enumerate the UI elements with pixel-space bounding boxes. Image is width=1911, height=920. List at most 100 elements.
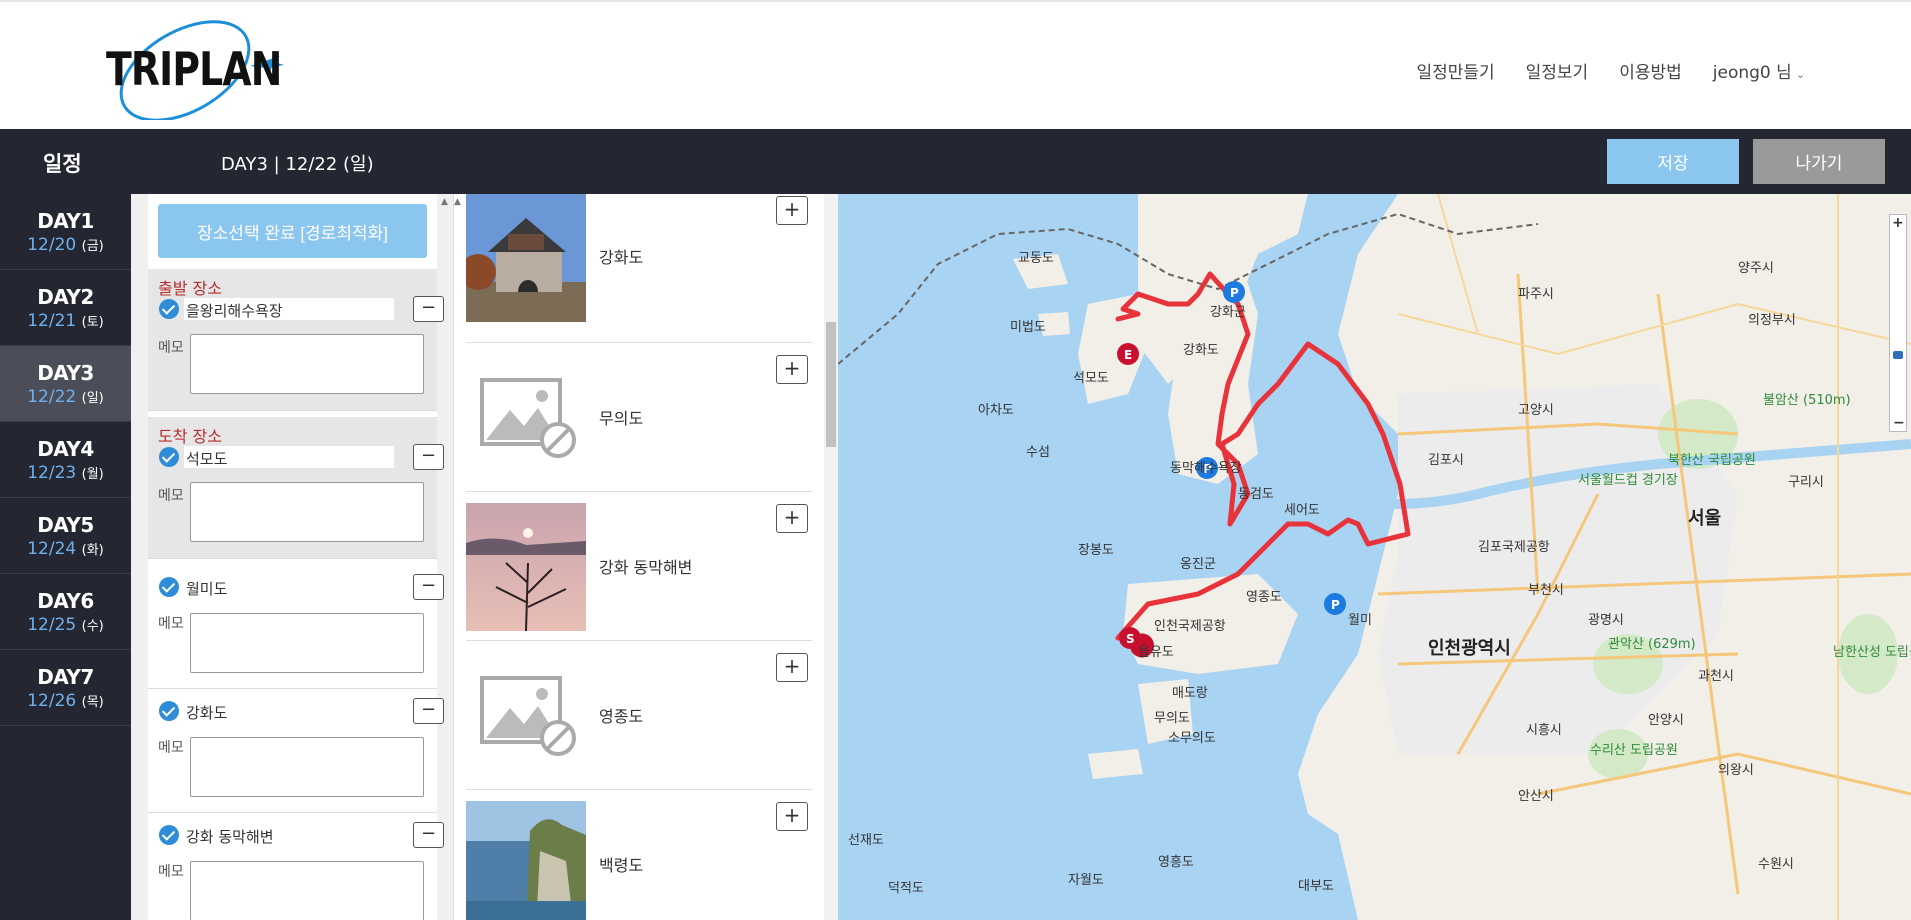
map-label: 월미	[1348, 613, 1372, 628]
exit-button[interactable]: 나가기	[1753, 139, 1885, 184]
day-name: DAY5	[37, 513, 94, 537]
zoom-in-icon[interactable]: +	[1892, 215, 1904, 231]
nav-how-to-use[interactable]: 이용방법	[1619, 58, 1682, 83]
day-tab-3[interactable]: DAY3 12/22 (일)	[0, 346, 131, 422]
map-label: 양주시	[1738, 261, 1774, 276]
day-name: DAY6	[37, 589, 94, 613]
route-map[interactable]: S E P P P 인천광역시 서울 강화군 강화도 석모도 교동도 미법도 아…	[838, 194, 1911, 920]
results-scrollbar[interactable]	[824, 194, 838, 920]
memo-textarea[interactable]	[190, 482, 424, 542]
map-label: 옹진군	[1180, 557, 1216, 572]
scrollbar-thumb[interactable]	[826, 322, 836, 447]
parking-marker[interactable]: P	[1324, 593, 1346, 615]
stop-place-name: 강화 동막해변	[186, 828, 274, 846]
nav-user-menu[interactable]: jeong0 님 ⌄	[1713, 58, 1805, 83]
remove-place-button[interactable]: −	[413, 574, 444, 600]
map-label: 수섬	[1026, 445, 1050, 460]
map-label: 의왕시	[1718, 763, 1754, 778]
result-item[interactable]: 강화도 +	[466, 194, 812, 343]
nav-create-schedule[interactable]: 일정만들기	[1416, 58, 1494, 83]
result-item[interactable]: 백령도 +	[466, 790, 812, 920]
memo-label: 메모	[158, 864, 184, 880]
remove-place-button[interactable]: −	[413, 822, 444, 848]
day-tab-2[interactable]: DAY2 12/21 (토)	[0, 270, 131, 346]
day-date: 12/21 (토)	[27, 311, 104, 331]
zoom-out-icon[interactable]: −	[1893, 415, 1905, 431]
day-name: DAY3	[37, 361, 94, 385]
map-label: 광명시	[1588, 613, 1624, 628]
result-name: 백령도	[599, 856, 644, 875]
day-date: 12/24 (화)	[27, 539, 104, 559]
day-tab-5[interactable]: DAY5 12/24 (화)	[0, 498, 131, 574]
stop-place-card: 강화 동막해변 − 메모	[148, 813, 444, 920]
start-place-card: 출발 장소 을왕리해수욕장 − 메모	[148, 269, 444, 411]
svg-text:S: S	[1126, 632, 1135, 646]
map-label: 영흥도	[1158, 855, 1194, 870]
end-marker[interactable]: E	[1117, 343, 1139, 365]
schedule-bar: 일정 DAY3 | 12/22 (일) 저장 나가기	[0, 129, 1911, 194]
map-label: 석모도	[1073, 371, 1109, 386]
memo-textarea[interactable]	[190, 334, 424, 394]
nav-view-schedule[interactable]: 일정보기	[1526, 58, 1589, 83]
day-name: DAY1	[37, 209, 94, 233]
day-date: 12/20 (금)	[27, 235, 104, 255]
triplan-logo[interactable]: TRIPLAN	[100, 16, 290, 120]
memo-textarea[interactable]	[190, 861, 424, 920]
check-icon[interactable]	[159, 701, 179, 721]
day-tab-6[interactable]: DAY6 12/25 (수)	[0, 574, 131, 650]
result-name: 강화도	[599, 248, 644, 267]
end-place-name: 석모도	[184, 446, 394, 468]
selected-places-panel: ▲ 장소선택 완료 [경로최적화] 출발 장소 을왕리해수욕장 − 메모 도착 …	[131, 194, 453, 920]
save-button[interactable]: 저장	[1607, 139, 1739, 184]
user-name: jeong0 님	[1712, 63, 1792, 83]
place-photo	[466, 801, 586, 920]
map-label: 미법도	[1010, 320, 1046, 335]
place-photo	[466, 194, 586, 322]
result-item[interactable]: 강화 동막해변 +	[466, 492, 812, 641]
remove-place-button[interactable]: −	[413, 296, 444, 322]
map-label: 인천광역시	[1428, 638, 1511, 659]
map-label: 을유도	[1138, 645, 1174, 660]
map-canvas[interactable]: S E P P P 인천광역시 서울 강화군 강화도 석모도 교동도 미법도 아…	[838, 194, 1911, 920]
zoom-slider-handle[interactable]	[1893, 351, 1903, 359]
end-place-label: 도착 장소	[158, 427, 222, 446]
day-name: DAY2	[37, 285, 94, 309]
result-name: 영종도	[599, 707, 644, 726]
check-icon[interactable]	[159, 825, 179, 845]
map-label: 강화군	[1210, 305, 1246, 320]
memo-textarea[interactable]	[190, 613, 424, 673]
result-item[interactable]: 무의도 +	[466, 343, 812, 492]
result-item[interactable]: 영종도 +	[466, 641, 812, 790]
memo-label: 메모	[158, 340, 184, 356]
day-tab-4[interactable]: DAY4 12/23 (월)	[0, 422, 131, 498]
day-tab-1[interactable]: DAY1 12/20 (금)	[0, 194, 131, 270]
add-place-button[interactable]: +	[776, 653, 808, 682]
day-tab-7[interactable]: DAY7 12/26 (목)	[0, 650, 131, 726]
memo-textarea[interactable]	[190, 737, 424, 797]
add-place-button[interactable]: +	[776, 802, 808, 831]
result-name: 강화 동막해변	[599, 558, 693, 577]
check-icon[interactable]	[159, 299, 179, 319]
remove-place-button[interactable]: −	[413, 444, 444, 470]
memo-label: 메모	[158, 488, 184, 504]
complete-selection-button[interactable]: 장소선택 완료 [경로최적화]	[158, 204, 427, 258]
remove-place-button[interactable]: −	[413, 698, 444, 724]
add-place-button[interactable]: +	[776, 504, 808, 533]
map-label: 무의도	[1154, 711, 1190, 726]
map-label: 과천시	[1698, 669, 1734, 684]
scroll-up-icon[interactable]: ▲	[441, 197, 448, 207]
parking-marker[interactable]: P	[1223, 281, 1245, 303]
day-name: DAY4	[37, 437, 94, 461]
current-day-label: DAY3 | 12/22 (일)	[221, 154, 374, 175]
map-label: 파주시	[1518, 287, 1554, 302]
map-label: 동검도	[1238, 487, 1274, 502]
check-icon[interactable]	[159, 577, 179, 597]
add-place-button[interactable]: +	[776, 355, 808, 384]
check-icon[interactable]	[159, 447, 179, 467]
map-label: 인천국제공항	[1154, 619, 1226, 634]
map-label: 아차도	[978, 403, 1014, 418]
add-place-button[interactable]: +	[776, 196, 808, 225]
day-name: DAY7	[37, 665, 94, 689]
scroll-up-icon[interactable]: ▲	[454, 197, 461, 207]
map-zoom-control[interactable]: + −	[1889, 214, 1907, 432]
